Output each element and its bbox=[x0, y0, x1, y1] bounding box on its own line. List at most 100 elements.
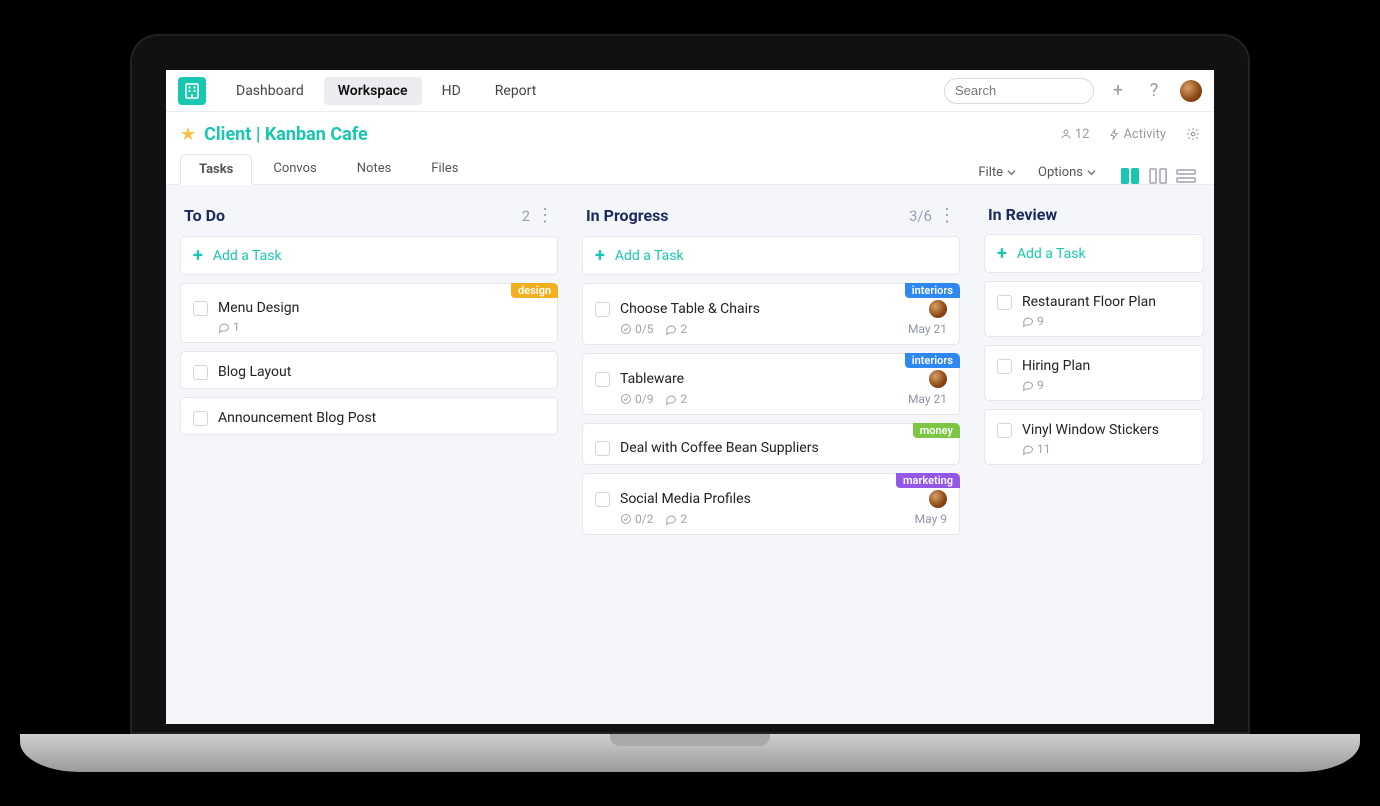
tab-notes[interactable]: Notes bbox=[338, 153, 411, 184]
task-checkbox[interactable] bbox=[595, 372, 610, 387]
task-card[interactable]: Blog Layout bbox=[180, 351, 558, 389]
task-card[interactable]: Announcement Blog Post bbox=[180, 397, 558, 435]
task-checkbox[interactable] bbox=[595, 302, 610, 317]
column-menu-icon[interactable]: ⋮ bbox=[938, 205, 956, 226]
options-dropdown[interactable]: Options bbox=[1032, 161, 1102, 184]
column-header: To Do 2 ⋮ bbox=[180, 205, 558, 236]
view-switcher bbox=[1120, 168, 1196, 184]
column-title: To Do bbox=[184, 206, 225, 225]
tab-convos[interactable]: Convos bbox=[254, 153, 335, 184]
building-icon bbox=[185, 83, 199, 99]
assignee-avatar[interactable] bbox=[929, 490, 947, 508]
task-checkbox[interactable] bbox=[595, 441, 610, 456]
add-icon[interactable]: + bbox=[1106, 79, 1130, 103]
plus-icon: + bbox=[997, 243, 1007, 264]
task-tag: interiors bbox=[905, 283, 960, 298]
card-meta-row: 11 bbox=[997, 442, 1191, 456]
chevron-down-icon bbox=[1087, 168, 1096, 177]
task-card[interactable]: interiors Tableware 0/92May 21 bbox=[582, 353, 960, 415]
task-checkbox[interactable] bbox=[193, 301, 208, 316]
add-task-label: Add a Task bbox=[213, 248, 282, 264]
task-tag: marketing bbox=[896, 473, 960, 488]
task-checkbox[interactable] bbox=[997, 423, 1012, 438]
comment-icon bbox=[665, 323, 677, 335]
person-icon bbox=[1060, 128, 1072, 140]
star-icon[interactable]: ★ bbox=[180, 124, 196, 145]
task-card[interactable]: Restaurant Floor Plan9 bbox=[984, 281, 1204, 337]
task-title: Hiring Plan bbox=[1022, 358, 1191, 374]
options-label: Options bbox=[1038, 165, 1083, 180]
app-screen: Dashboard Workspace HD Report + ? ★ Clie… bbox=[166, 70, 1214, 724]
column-count: 2 bbox=[522, 207, 530, 225]
subtask-count: 0/9 bbox=[620, 392, 653, 406]
chevron-down-icon bbox=[1007, 168, 1016, 177]
card-main-row: Tableware bbox=[595, 370, 947, 388]
card-meta-row: 9 bbox=[997, 378, 1191, 392]
members-count[interactable]: 12 bbox=[1060, 127, 1090, 142]
task-tag: interiors bbox=[905, 353, 960, 368]
search-input[interactable] bbox=[955, 83, 1131, 98]
view-list-icon[interactable] bbox=[1176, 168, 1196, 184]
card-main-row: Vinyl Window Stickers bbox=[997, 422, 1191, 438]
nav-hd[interactable]: HD bbox=[428, 77, 475, 105]
task-title: Menu Design bbox=[218, 300, 545, 316]
comment-count: 2 bbox=[665, 322, 687, 336]
task-card[interactable]: Hiring Plan 9 bbox=[984, 345, 1204, 401]
nav-report[interactable]: Report bbox=[481, 77, 551, 105]
add-task-button[interactable]: +Add a Task bbox=[180, 236, 558, 275]
task-title: Tableware bbox=[620, 371, 919, 387]
task-title: Social Media Profiles bbox=[620, 491, 919, 507]
task-title: Choose Table & Chairs bbox=[620, 301, 919, 317]
gear-icon bbox=[1186, 127, 1200, 141]
view-split-icon[interactable] bbox=[1148, 168, 1168, 184]
tabs-row: Tasks Convos Notes Files Filte Options bbox=[180, 150, 1200, 184]
search-box[interactable] bbox=[944, 78, 1094, 104]
help-icon[interactable]: ? bbox=[1142, 79, 1166, 103]
comment-icon bbox=[1022, 443, 1034, 455]
assignee-avatar[interactable] bbox=[929, 370, 947, 388]
subtask-count: 0/5 bbox=[620, 322, 653, 336]
nav-workspace[interactable]: Workspace bbox=[324, 77, 422, 105]
kanban-column: To Do 2 ⋮ +Add a Task designMenu Design1 Blog… bbox=[180, 205, 558, 704]
filter-dropdown[interactable]: Filte bbox=[972, 161, 1022, 184]
laptop-frame: Dashboard Workspace HD Report + ? ★ Clie… bbox=[20, 34, 1360, 772]
check-circle-icon bbox=[620, 513, 632, 525]
activity-label: Activity bbox=[1123, 127, 1166, 142]
add-task-button[interactable]: +Add a Task bbox=[582, 236, 960, 275]
task-title: Announcement Blog Post bbox=[218, 410, 545, 426]
settings-icon[interactable] bbox=[1186, 127, 1200, 141]
task-tag: money bbox=[913, 423, 960, 438]
plus-icon: + bbox=[595, 245, 605, 266]
column-menu-icon[interactable]: ⋮ bbox=[536, 205, 554, 226]
task-checkbox[interactable] bbox=[193, 365, 208, 380]
task-checkbox[interactable] bbox=[193, 411, 208, 426]
comment-icon bbox=[218, 321, 230, 333]
task-date: May 21 bbox=[908, 322, 947, 336]
task-card[interactable]: interiors Choose Table & Chairs 0/5 2 May 21 bbox=[582, 283, 960, 345]
view-board-icon[interactable] bbox=[1120, 168, 1140, 184]
task-card[interactable]: Vinyl Window Stickers 11 bbox=[984, 409, 1204, 465]
tab-files[interactable]: Files bbox=[412, 153, 477, 184]
card-meta-row: 0/92May 21 bbox=[595, 392, 947, 406]
task-card[interactable]: marketingSocial Media Profiles0/22May 9 bbox=[582, 473, 960, 535]
nav-dashboard[interactable]: Dashboard bbox=[222, 77, 318, 105]
card-main-row: Social Media Profiles bbox=[595, 490, 947, 508]
card-main-row: Announcement Blog Post bbox=[193, 410, 545, 426]
task-title: Restaurant Floor Plan bbox=[1022, 294, 1191, 310]
task-card[interactable]: designMenu Design1 bbox=[180, 283, 558, 343]
task-date: May 9 bbox=[915, 512, 947, 526]
project-header: ★ Client | Kanban Cafe 12 Activity bbox=[166, 112, 1214, 185]
card-main-row: Menu Design bbox=[193, 300, 545, 316]
add-task-button[interactable]: +Add a Task bbox=[984, 234, 1204, 273]
task-title: Blog Layout bbox=[218, 364, 545, 380]
task-checkbox[interactable] bbox=[595, 492, 610, 507]
task-checkbox[interactable] bbox=[997, 295, 1012, 310]
user-avatar[interactable] bbox=[1180, 80, 1202, 102]
assignee-avatar[interactable] bbox=[929, 300, 947, 318]
task-checkbox[interactable] bbox=[997, 359, 1012, 374]
task-card[interactable]: moneyDeal with Coffee Bean Suppliers bbox=[582, 423, 960, 465]
tab-tasks[interactable]: Tasks bbox=[180, 154, 252, 185]
activity-link[interactable]: Activity bbox=[1109, 127, 1166, 142]
app-logo[interactable] bbox=[178, 77, 206, 105]
column-header: In Progress3/6⋮ bbox=[582, 205, 960, 236]
